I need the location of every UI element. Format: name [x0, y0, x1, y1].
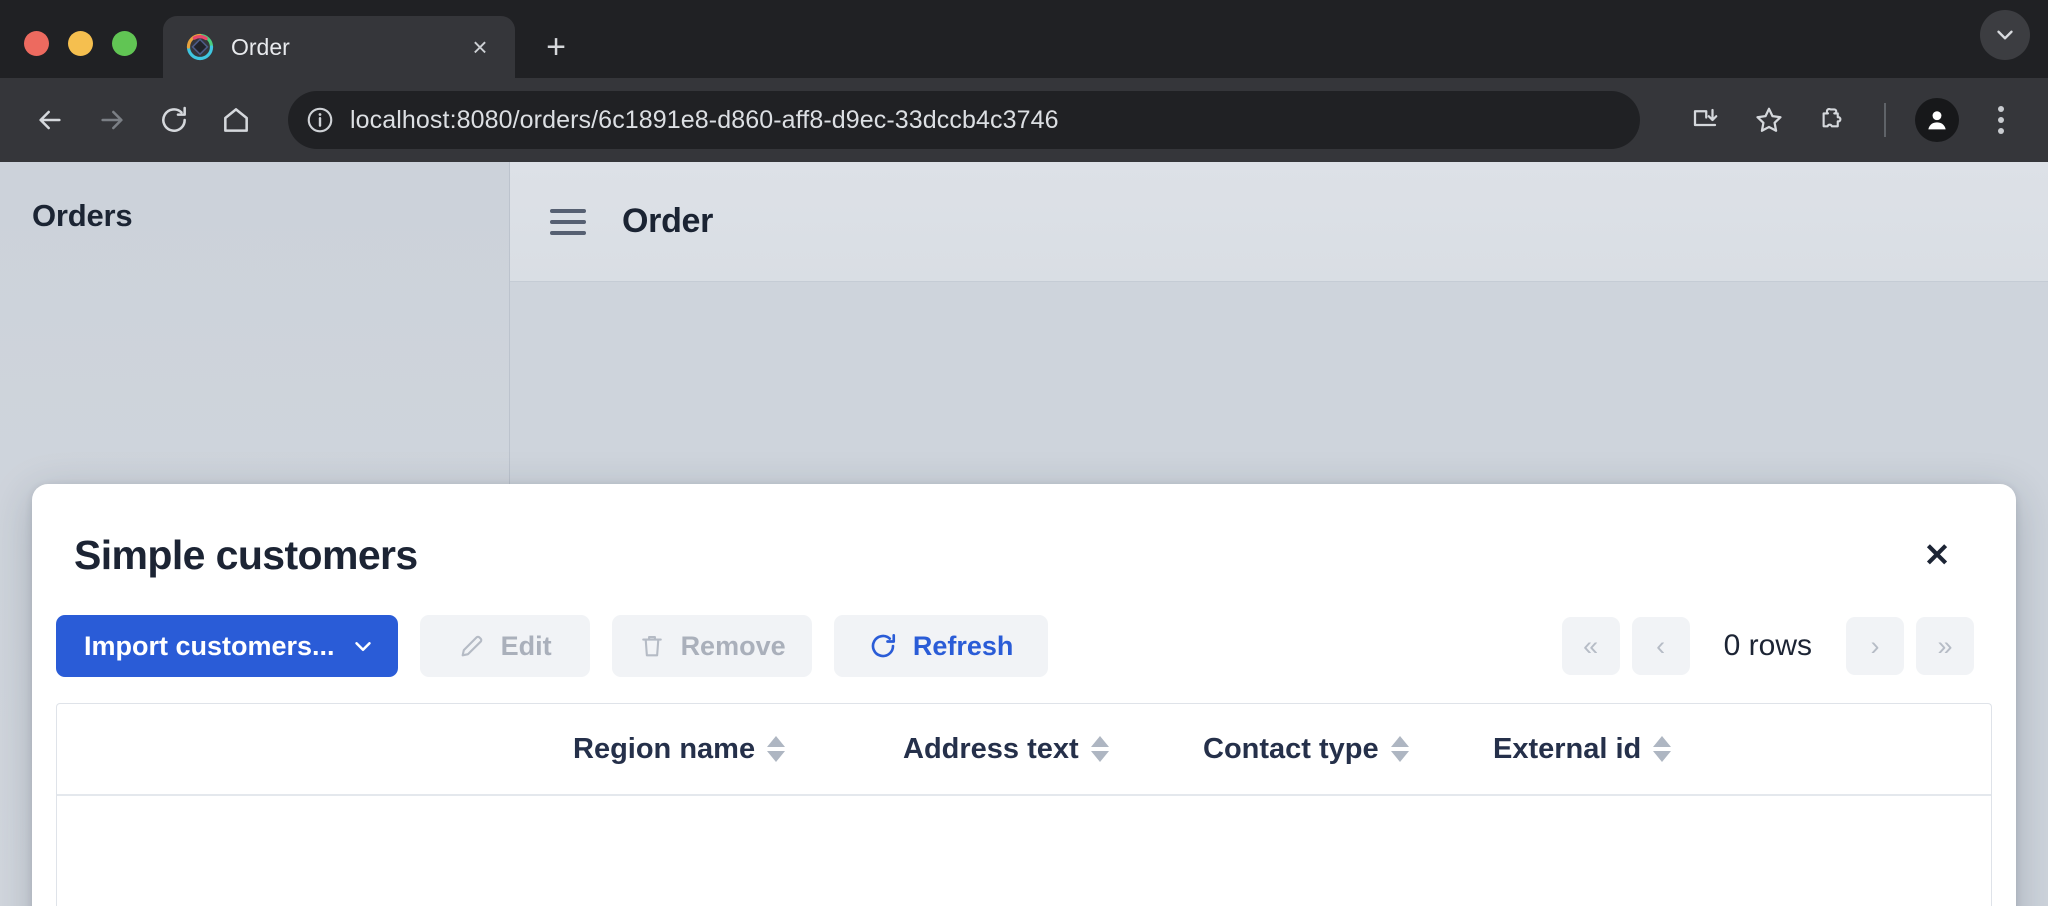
chevron-down-icon [350, 633, 376, 659]
hamburger-icon[interactable] [550, 209, 586, 235]
forward-button[interactable] [84, 92, 140, 148]
close-window-button[interactable] [24, 31, 49, 56]
first-page-button[interactable]: « [1562, 617, 1620, 675]
dialog-title: Simple customers [74, 532, 418, 579]
account-avatar-icon[interactable] [1912, 95, 1962, 145]
new-tab-button[interactable]: + [533, 24, 579, 70]
browser-toolbar: localhost:8080/orders/6c1891e8-d860-aff8… [0, 78, 2048, 162]
page-title: Order [622, 202, 713, 241]
dialog-toolbar: Import customers... Edit Remove [32, 579, 2016, 677]
dialog-header: Simple customers ✕ [32, 484, 2016, 579]
sort-arrows-icon[interactable] [767, 736, 785, 762]
refresh-button[interactable]: Refresh [834, 615, 1048, 677]
grid-body [57, 796, 1991, 906]
url-text: localhost:8080/orders/6c1891e8-d860-aff8… [350, 106, 1059, 135]
tab-list-chevron-down-icon[interactable] [1980, 10, 2030, 60]
grid-column-label: External id [1493, 733, 1641, 766]
remove-label: Remove [681, 631, 786, 662]
close-icon[interactable]: ✕ [1914, 532, 1960, 578]
tab-title: Order [231, 34, 463, 61]
page-viewport: Orders Order Simple customers ✕ Import c… [0, 162, 2048, 906]
app-topbar: Order [510, 162, 2048, 282]
sort-arrows-icon[interactable] [1091, 736, 1109, 762]
reload-button[interactable] [146, 92, 202, 148]
simple-customers-dialog: Simple customers ✕ Import customers... E… [32, 484, 2016, 906]
grid-column-label: Contact type [1203, 733, 1379, 766]
trash-icon [638, 632, 666, 660]
tab-close-icon[interactable]: × [463, 30, 497, 64]
grid-column-label: Address text [903, 733, 1079, 766]
address-bar[interactable]: localhost:8080/orders/6c1891e8-d860-aff8… [288, 91, 1640, 149]
edit-button[interactable]: Edit [420, 615, 590, 677]
maximize-window-button[interactable] [112, 31, 137, 56]
grid-column-header[interactable]: Address text [883, 733, 1183, 766]
row-count-label: 0 rows [1702, 629, 1834, 663]
pagination: « ‹ 0 rows › » [1562, 617, 1974, 675]
minimize-window-button[interactable] [68, 31, 93, 56]
toolbar-actions [1660, 95, 2026, 145]
grid-header-row: Region name Address text Contact type Exter… [57, 704, 1991, 796]
three-dot-menu-icon[interactable] [1976, 95, 2026, 145]
grid-column-header[interactable]: Contact type [1183, 733, 1473, 766]
grid-column-label: Region name [573, 733, 755, 766]
browser-window: Order × + localhost:8080/orders/6c1891e8… [0, 0, 2048, 906]
star-icon[interactable] [1744, 95, 1794, 145]
import-customers-label: Import customers... [84, 631, 335, 662]
edit-label: Edit [501, 631, 552, 662]
next-page-button[interactable]: › [1846, 617, 1904, 675]
vaadin-diamond-icon [185, 32, 215, 62]
refresh-icon [868, 631, 898, 661]
sort-arrows-icon[interactable] [1653, 736, 1671, 762]
sidebar-title: Orders [32, 198, 509, 234]
import-customers-button[interactable]: Import customers... [56, 615, 398, 677]
window-traffic-lights [24, 31, 163, 78]
back-button[interactable] [22, 92, 78, 148]
last-page-button[interactable]: » [1916, 617, 1974, 675]
remove-button[interactable]: Remove [612, 615, 812, 677]
home-button[interactable] [208, 92, 264, 148]
tab-strip: Order × + [0, 0, 2048, 78]
refresh-label: Refresh [913, 631, 1014, 662]
sort-arrows-icon[interactable] [1391, 736, 1409, 762]
site-info-icon[interactable] [298, 98, 342, 142]
pencil-icon [458, 632, 486, 660]
grid-column-header[interactable]: External id [1473, 733, 1753, 766]
install-app-icon[interactable] [1680, 95, 1730, 145]
toolbar-divider [1884, 103, 1886, 137]
previous-page-button[interactable]: ‹ [1632, 617, 1690, 675]
puzzle-icon[interactable] [1808, 95, 1858, 145]
grid-column-header[interactable]: Region name [553, 733, 883, 766]
customers-grid: Region name Address text Contact type Exter… [56, 703, 1992, 906]
browser-tab[interactable]: Order × [163, 16, 515, 78]
